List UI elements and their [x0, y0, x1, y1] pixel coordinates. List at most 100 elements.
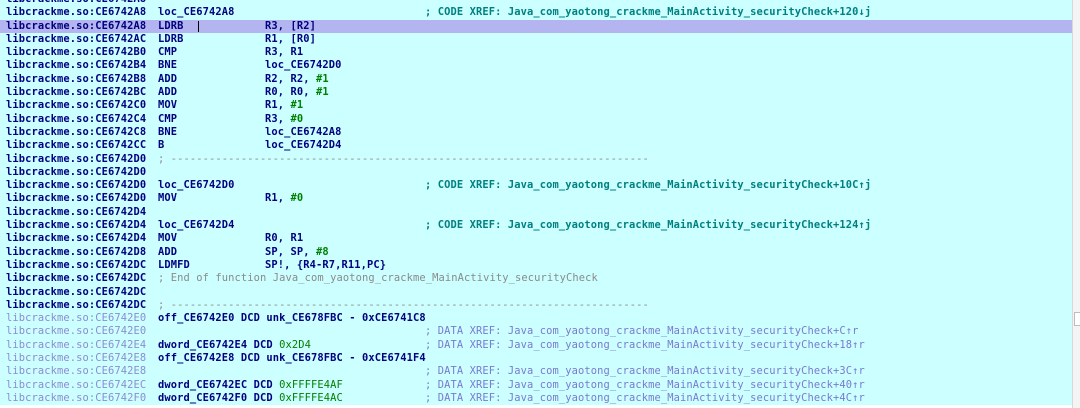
operand: SP, SP, — [265, 245, 317, 258]
code-label[interactable]: loc_CE6742D4 — [158, 219, 235, 232]
address: libcrackme.so:CE6742B0 — [6, 46, 147, 59]
listing-row[interactable]: libcrackme.so:CE6742F0 dword_CE6742F0 DCD… — [0, 391, 1072, 406]
instruction-operands[interactable]: R3, R1 — [265, 46, 303, 59]
listing-row[interactable]: libcrackme.so:CE6742C4 CMP R3, #0 — [0, 112, 1072, 126]
instruction-operands[interactable]: R0, R1 — [265, 232, 303, 245]
dword-value: 0xFFFFE4AC — [279, 391, 343, 404]
listing-row-selected[interactable]: libcrackme.so:CE6742A8 LDRB R3, [R2] — [0, 19, 1072, 33]
instruction-operands[interactable]: R3, #0 — [265, 113, 303, 126]
data-definition[interactable]: off_CE6742E8 DCD unk_CE678FBC - 0xCE6741… — [158, 352, 426, 365]
address: libcrackme.so:CE6742BC — [6, 86, 147, 99]
listing-row[interactable]: libcrackme.so:CE6742E8 ; DATA XREF: Java_… — [0, 365, 1072, 379]
code-xref-comment[interactable]: ; CODE XREF: Java_com_yaotong_crackme_Ma… — [425, 179, 871, 192]
listing-row[interactable]: libcrackme.so:CE6742D0 loc_CE6742D0 ; CODE… — [0, 179, 1072, 193]
listing-row[interactable]: libcrackme.so:CE6742D4 — [0, 205, 1072, 220]
instruction-operands[interactable]: R0, R0, #1 — [265, 86, 329, 99]
instruction-operands[interactable]: loc_CE6742D4 — [265, 139, 342, 152]
data-xref-comment[interactable]: ; DATA XREF: Java_com_yaotong_crackme_Ma… — [425, 339, 865, 352]
data-xref-comment[interactable]: ; DATA XREF: Java_com_yaotong_crackme_Ma… — [425, 365, 865, 378]
code-xref-comment[interactable]: ; CODE XREF: Java_com_yaotong_crackme_Ma… — [425, 219, 871, 232]
instruction-operands[interactable]: R1, #1 — [265, 99, 303, 112]
listing-row[interactable]: libcrackme.so:CE6742D0 MOV R1, #0 — [0, 192, 1072, 206]
listing-row[interactable]: libcrackme.so:CE6742B0 CMP R3, R1 — [0, 46, 1072, 60]
instruction-operands[interactable]: SP!, {R4-R7,R11,PC} — [265, 259, 386, 272]
listing-row[interactable]: libcrackme.so:CE6742AC LDRB R1, [R0] — [0, 32, 1072, 47]
instruction-mnemonic: LDMFD — [158, 258, 190, 271]
immediate-value: #0 — [290, 112, 304, 125]
listing-row[interactable]: libcrackme.so:CE6742E0 ; DATA XREF: Java_… — [0, 325, 1072, 339]
disassembly-listing[interactable]: libcrackme.so:CE6742A8libcrackme.so:CE67… — [0, 0, 1072, 406]
listing-row[interactable]: libcrackme.so:CE6742DC ; End of function … — [0, 272, 1072, 286]
instruction-mnemonic: BNE — [158, 125, 178, 138]
listing-row[interactable]: libcrackme.so:CE6742B8 ADD R2, R2, #1 — [0, 72, 1072, 87]
instruction-mnemonic: LDRB — [158, 32, 184, 45]
code-label[interactable]: loc_CE6742D0 — [158, 179, 235, 192]
address: libcrackme.so:CE6742A8 — [6, 19, 147, 32]
listing-row[interactable]: libcrackme.so:CE6742C0 MOV R1, #1 — [0, 99, 1072, 113]
operand: SP!, {R4-R7,R11,PC} — [265, 258, 387, 271]
dword-definition[interactable]: dword_CE6742EC DCD 0xFFFFE4AF — [158, 379, 343, 392]
immediate-value: #1 — [316, 72, 329, 85]
instruction-mnemonic: ADD — [158, 72, 178, 85]
listing-row[interactable]: libcrackme.so:CE6742E4 dword_CE6742E4 DCD… — [0, 338, 1072, 353]
instruction-operands[interactable]: R1, #0 — [265, 192, 303, 205]
code-label[interactable]: loc_CE6742A8 — [158, 6, 235, 19]
address: libcrackme.so:CE6742DC — [6, 258, 147, 271]
listing-row[interactable]: libcrackme.so:CE6742D8 ADD SP, SP, #8 — [0, 245, 1072, 259]
dword-definition[interactable]: dword_CE6742E4 DCD 0x2D4 — [158, 339, 311, 352]
instruction-operands[interactable]: R2, R2, #1 — [265, 73, 329, 86]
dword-name: dword_CE6742F0 DCD — [158, 391, 280, 404]
listing-row[interactable]: libcrackme.so:CE6742EC dword_CE6742EC DCD… — [0, 378, 1072, 392]
listing-row[interactable]: libcrackme.so:CE6742B4 BNE loc_CE6742D0 — [0, 59, 1072, 73]
listing-row[interactable]: libcrackme.so:CE6742CC Bloc_CE6742D4 — [0, 139, 1072, 153]
listing-row[interactable]: libcrackme.so:CE6742D4 MOV R0, R1 — [0, 232, 1072, 246]
dword-name: dword_CE6742E4 DCD — [158, 338, 280, 351]
instruction-operands[interactable]: loc_CE6742A8 — [265, 126, 342, 139]
listing-row[interactable]: libcrackme.so:CE6742D0 — [0, 165, 1072, 180]
listing-row[interactable]: libcrackme.so:CE6742E0 off_CE6742E0 DCD u… — [0, 312, 1072, 326]
instruction-mnemonic: CMP — [158, 46, 178, 59]
address: libcrackme.so:CE6742D4 — [6, 205, 147, 218]
disassembly-view[interactable]: libcrackme.so:CE6742A8libcrackme.so:CE67… — [0, 0, 1072, 408]
data-xref-comment[interactable]: ; DATA XREF: Java_com_yaotong_crackme_Ma… — [425, 379, 865, 392]
vertical-scrollbar[interactable] — [1072, 0, 1080, 408]
address: libcrackme.so:CE6742D0 — [6, 192, 147, 205]
listing-row[interactable]: libcrackme.so:CE6742DC LDMFD SP!, {R4-R7,R… — [0, 258, 1072, 273]
address: libcrackme.so:CE6742B8 — [6, 72, 147, 85]
address: libcrackme.so:CE6742DC — [6, 285, 147, 298]
operand: R2, R2, — [265, 72, 317, 85]
instruction-operands[interactable]: R1, [R0] — [265, 33, 316, 46]
instruction-operands[interactable]: loc_CE6742D0 — [265, 59, 342, 72]
address: libcrackme.so:CE6742E0 — [6, 312, 147, 325]
address: libcrackme.so:CE6742D8 — [6, 245, 147, 258]
listing-row[interactable]: libcrackme.so:CE6742A8 loc_CE6742A8 ; CODE… — [0, 6, 1072, 20]
operand: R3, R1 — [265, 46, 304, 59]
address: libcrackme.so:CE6742E4 — [6, 338, 147, 351]
address: libcrackme.so:CE6742D0 — [6, 165, 147, 178]
instruction-operands[interactable]: SP, SP, #8 — [265, 246, 329, 259]
listing-row[interactable]: libcrackme.so:CE6742DC ; ----------------… — [0, 298, 1072, 313]
address: libcrackme.so:CE6742D0 — [6, 179, 147, 192]
listing-row[interactable]: libcrackme.so:CE6742E8 off_CE6742E8 DCD u… — [0, 352, 1072, 366]
dword-definition[interactable]: dword_CE6742F0 DCD 0xFFFFE4AC — [158, 392, 343, 405]
data-xref-comment[interactable]: ; DATA XREF: Java_com_yaotong_crackme_Ma… — [425, 392, 865, 405]
listing-row[interactable]: libcrackme.so:CE6742C8 BNE loc_CE6742A8 — [0, 125, 1072, 140]
operand: R1, — [265, 192, 291, 205]
listing-row[interactable]: libcrackme.so:CE6742D4 loc_CE6742D4 ; CODE… — [0, 219, 1072, 233]
separator-comment: ; --------------------------------------… — [158, 152, 649, 165]
listing-row[interactable]: libcrackme.so:CE6742BC ADD R0, R0, #1 — [0, 86, 1072, 100]
operand: loc_CE6742A8 — [265, 125, 342, 138]
data-definition[interactable]: off_CE6742E0 DCD unk_CE678FBC - 0xCE6741… — [158, 312, 426, 325]
dword-name: dword_CE6742EC DCD — [158, 378, 280, 391]
immediate-value: #1 — [316, 86, 329, 99]
instruction-operands[interactable]: R3, [R2] — [265, 20, 316, 33]
data-xref-comment[interactable]: ; DATA XREF: Java_com_yaotong_crackme_Ma… — [425, 325, 859, 338]
listing-row[interactable]: libcrackme.so:CE6742DC — [0, 285, 1072, 299]
listing-row[interactable]: libcrackme.so:CE6742D0 ; ----------------… — [0, 152, 1072, 166]
address: libcrackme.so:CE6742C4 — [6, 112, 147, 125]
code-xref-comment[interactable]: ; CODE XREF: Java_com_yaotong_crackme_Ma… — [425, 6, 871, 19]
scrollbar-thumb[interactable] — [1074, 312, 1080, 326]
address: libcrackme.so:CE6742A8 — [6, 6, 147, 19]
instruction-mnemonic: LDRB — [158, 19, 184, 32]
instruction-mnemonic: ADD — [158, 86, 178, 99]
